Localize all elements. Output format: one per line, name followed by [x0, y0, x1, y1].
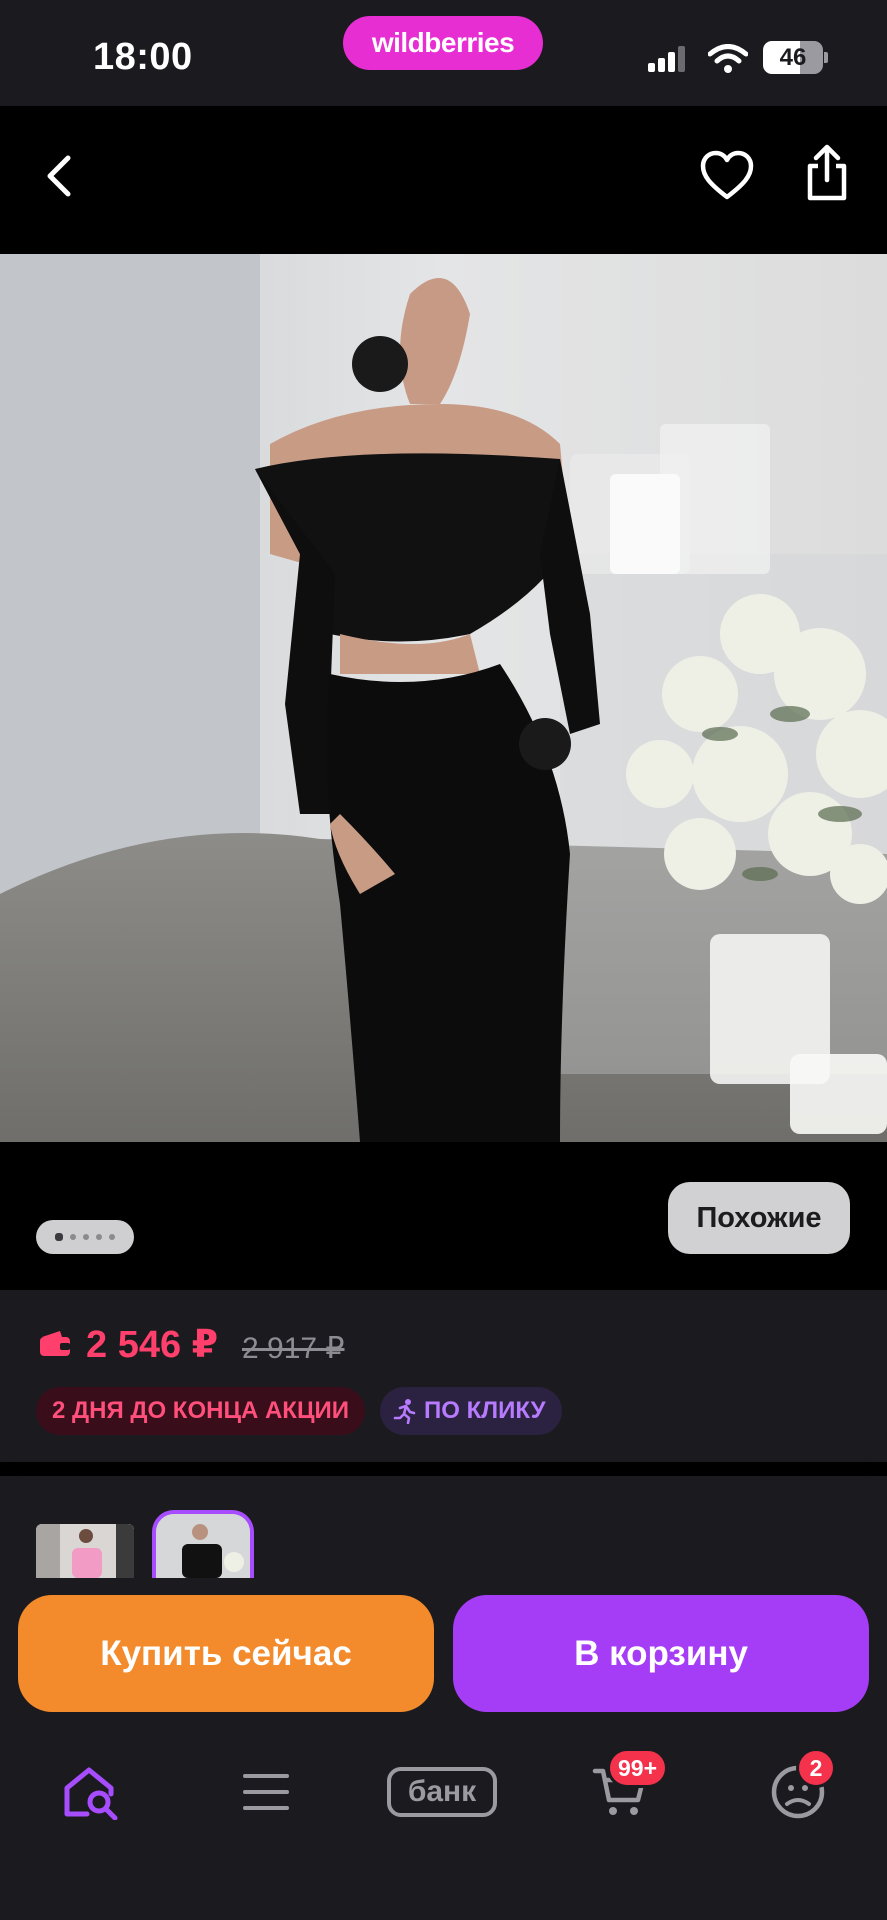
variant-thumbnail[interactable]: [36, 1524, 134, 1578]
status-time: 18:00: [93, 36, 193, 78]
share-icon[interactable]: [804, 144, 850, 202]
similar-button[interactable]: Похожие: [668, 1182, 850, 1254]
gallery-dot[interactable]: [83, 1234, 89, 1240]
nav-bank[interactable]: банк: [387, 1752, 497, 1832]
variant-thumbnail-image: [36, 1524, 134, 1578]
heart-icon[interactable]: [700, 150, 754, 202]
cart-count-badge: 99+: [607, 1748, 669, 1788]
home-search-icon: [64, 1767, 118, 1820]
cellular-signal-icon: [648, 46, 685, 72]
buy-now-button[interactable]: Купить сейчас: [18, 1595, 434, 1712]
bank-label: банк: [387, 1767, 497, 1817]
gallery-pagination[interactable]: [36, 1220, 134, 1254]
menu-icon: [243, 1774, 289, 1810]
old-price: 2 917 ₽: [242, 1332, 345, 1365]
profile-count-badge: 2: [796, 1748, 836, 1788]
current-price: 2 546 ₽: [86, 1324, 219, 1366]
one-click-label: ПО КЛИКУ: [424, 1397, 546, 1424]
section-divider: [0, 1462, 887, 1476]
gallery-dot[interactable]: [55, 1233, 63, 1241]
brand-logo[interactable]: wildberries: [343, 16, 543, 70]
promo-deadline-badge: 2 ДНЯ ДО КОНЦА АКЦИИ: [36, 1387, 365, 1435]
running-person-icon: [393, 1399, 416, 1424]
nav-catalog[interactable]: [211, 1752, 321, 1832]
add-to-cart-button[interactable]: В корзину: [453, 1595, 869, 1712]
wallet-icon: [40, 1331, 70, 1356]
chevron-left-icon[interactable]: [40, 152, 80, 200]
nav-home[interactable]: [36, 1752, 146, 1832]
battery-indicator: 46: [763, 41, 823, 74]
product-photo-illustration: [0, 254, 887, 1142]
one-click-badge[interactable]: ПО КЛИКУ: [380, 1387, 562, 1435]
variant-thumbnail-image: [156, 1514, 250, 1578]
gallery-dot[interactable]: [109, 1234, 115, 1240]
price-card: [0, 1290, 887, 1462]
variant-thumbnail-selected[interactable]: [152, 1510, 254, 1578]
product-photo[interactable]: [0, 254, 887, 1142]
wifi-icon: [708, 44, 748, 73]
gallery-dot[interactable]: [70, 1234, 76, 1240]
gallery-dot[interactable]: [96, 1234, 102, 1240]
battery-tip: [824, 52, 828, 63]
